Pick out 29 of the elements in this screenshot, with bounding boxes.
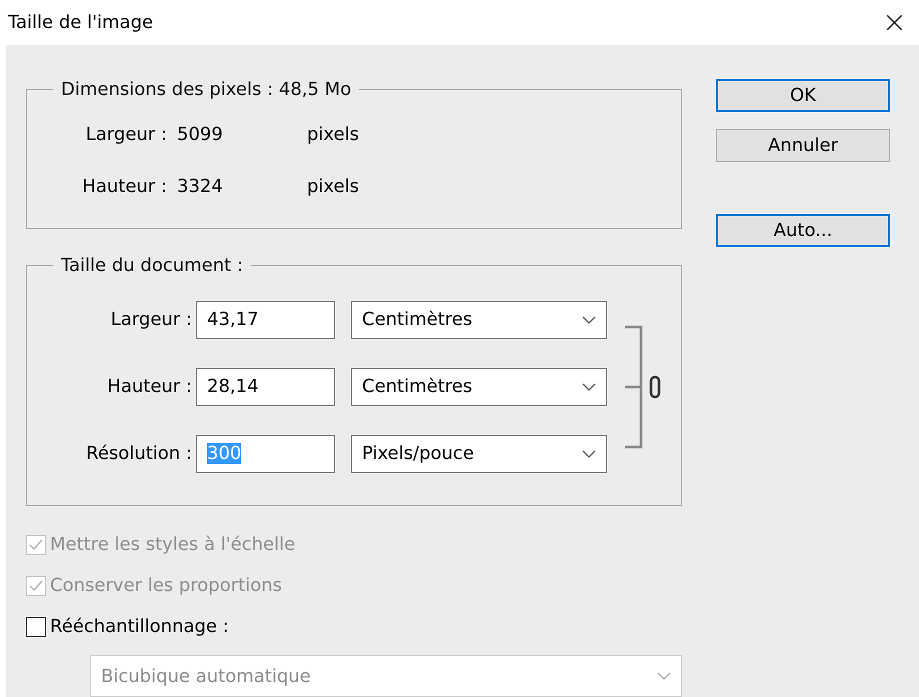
field-label: Résolution : bbox=[85, 443, 192, 464]
unit-dropdown[interactable]: Centimètres bbox=[351, 300, 607, 338]
chevron-icon bbox=[582, 382, 596, 390]
checkbox-label: Rééchantillonnage : bbox=[50, 616, 229, 637]
unit-label: pixels bbox=[307, 124, 360, 144]
unit-dropdown[interactable]: Centimètres bbox=[351, 368, 607, 406]
chevron-icon bbox=[582, 316, 596, 324]
input-field[interactable]: 28,14 bbox=[196, 368, 335, 406]
group-title: Taille du document : bbox=[60, 255, 244, 276]
unit-dropdown[interactable]: Pixels/pouce bbox=[351, 434, 607, 472]
dialog-button[interactable]: Auto... bbox=[716, 214, 890, 247]
dialog-button[interactable]: OK bbox=[716, 79, 890, 112]
checkbox-label: Mettre les styles à l'échelle bbox=[50, 534, 296, 555]
chevron-icon bbox=[582, 450, 596, 458]
close-button[interactable]: × bbox=[882, 8, 907, 38]
group-title: Dimensions des pixels : 48,5 Mo bbox=[60, 79, 352, 100]
pixel-value: 3324 bbox=[177, 176, 224, 196]
window-title: Taille de l'image bbox=[8, 12, 154, 33]
input-field[interactable]: 43,17 bbox=[196, 300, 335, 338]
checkbox-label: Conserver les proportions bbox=[50, 575, 282, 596]
pixel-value: 5099 bbox=[177, 124, 224, 144]
checkbox[interactable] bbox=[26, 616, 46, 636]
field-label: Hauteur : bbox=[106, 376, 192, 397]
field-label: Largeur : bbox=[110, 309, 192, 330]
unit-label: pixels bbox=[307, 176, 360, 196]
dialog-button[interactable]: Annuler bbox=[716, 129, 890, 162]
chevron-icon bbox=[657, 672, 671, 680]
field-label: Largeur : bbox=[84, 124, 168, 144]
field-label: Hauteur : bbox=[81, 176, 168, 196]
